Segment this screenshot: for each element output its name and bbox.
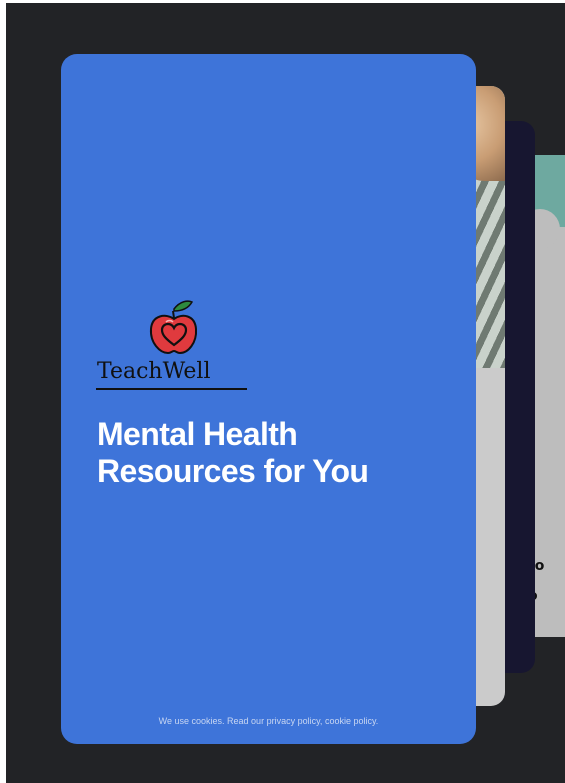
cookie-policy-link[interactable]: cookie policy — [325, 716, 376, 726]
cookie-notice-suffix: . — [375, 716, 379, 726]
apple-heart-icon — [149, 300, 198, 355]
privacy-policy-link[interactable]: privacy policy — [267, 716, 320, 726]
hero-headline-line-1: Mental Health — [97, 416, 298, 452]
front-card[interactable]: TeachWell Mental Health Resources for Yo… — [61, 54, 476, 744]
hero-headline-line-2: Resources for You — [97, 453, 369, 489]
logo-wordmark: TeachWell — [97, 359, 211, 384]
cookie-notice-prefix: We use cookies. Read our — [158, 716, 267, 726]
hero-headline: Mental Health Resources for You — [97, 416, 457, 490]
cookie-notice: We use cookies. Read our privacy policy,… — [61, 716, 476, 726]
logo-underline — [96, 388, 247, 390]
teachwell-logo[interactable]: TeachWell — [96, 299, 256, 390]
